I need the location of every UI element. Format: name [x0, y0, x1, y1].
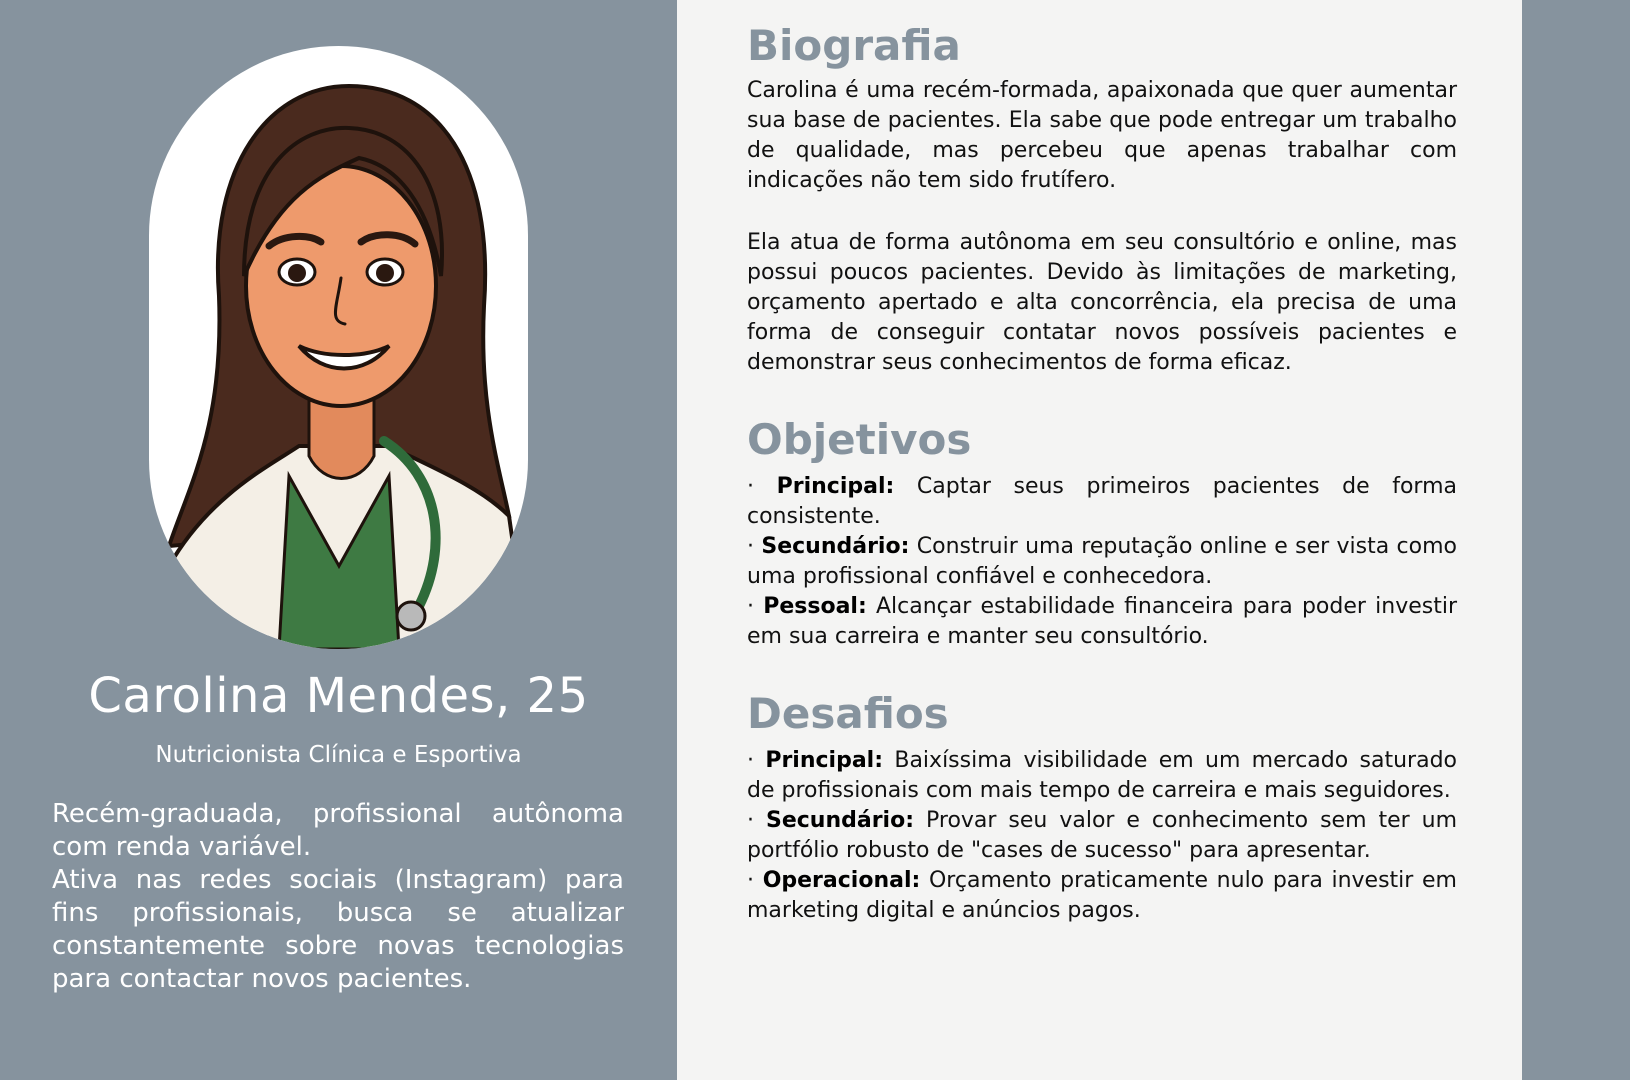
- persona-card: Carolina Mendes, 25 Nutricionista Clínic…: [0, 0, 1630, 1080]
- avatar-illustration: [149, 83, 528, 649]
- summary-line-1: Recém-graduada, profissional autônoma co…: [52, 799, 624, 862]
- biografia-paragraph-2: Ela atua de forma autônoma em seu consul…: [747, 230, 1457, 375]
- desafio-item: · Operacional: Orçamento praticamente nu…: [747, 866, 1457, 926]
- bullet: ·: [747, 534, 754, 559]
- desafio-item: · Principal: Baixíssima visibilidade em …: [747, 746, 1457, 806]
- stethoscope-chest-piece: [395, 600, 427, 632]
- section-heading-objetivos: Objetivos: [747, 415, 972, 464]
- bullet: ·: [747, 748, 754, 773]
- bullet: ·: [747, 808, 754, 833]
- persona-summary: Recém-graduada, profissional autônoma co…: [52, 798, 624, 996]
- persona-details-content: Biografia Carolina é uma recém-formada, …: [747, 18, 1457, 926]
- summary-line-2: Ativa nas redes sociais (Instagram) para…: [52, 865, 624, 994]
- desafio-label: Operacional:: [762, 868, 921, 893]
- persona-profile-panel: Carolina Mendes, 25 Nutricionista Clínic…: [0, 0, 677, 1080]
- objetivo-item: · Pessoal: Alcançar estabilidade finance…: [747, 592, 1457, 652]
- bullet: ·: [747, 868, 754, 893]
- desafio-label: Principal:: [765, 748, 884, 773]
- persona-name: Carolina Mendes, 25: [88, 668, 589, 724]
- persona-details-panel: Biografia Carolina é uma recém-formada, …: [677, 0, 1522, 1080]
- bullet: ·: [747, 474, 754, 499]
- section-heading-desafios: Desafios: [747, 689, 949, 738]
- bullet: ·: [747, 594, 754, 619]
- biografia-paragraph-1: Carolina é uma recém-formada, apaixonada…: [747, 78, 1457, 193]
- objetivos-list: · Principal: Captar seus primeiros pacie…: [747, 472, 1457, 652]
- objetivo-item: · Secundário: Construir uma reputação on…: [747, 532, 1457, 592]
- objetivo-label: Secundário:: [761, 534, 910, 559]
- section-heading-biografia: Biografia: [747, 21, 961, 70]
- desafios-list: · Principal: Baixíssima visibilidade em …: [747, 746, 1457, 926]
- desafio-label: Secundário:: [765, 808, 915, 833]
- persona-role: Nutricionista Clínica e Esportiva: [155, 742, 522, 768]
- desafio-item: · Secundário: Provar seu valor e conheci…: [747, 806, 1457, 866]
- objetivo-label: Pessoal:: [763, 594, 867, 619]
- objetivo-item: · Principal: Captar seus primeiros pacie…: [747, 472, 1457, 532]
- objetivo-label: Principal:: [776, 474, 895, 499]
- portrait-frame: [149, 46, 528, 649]
